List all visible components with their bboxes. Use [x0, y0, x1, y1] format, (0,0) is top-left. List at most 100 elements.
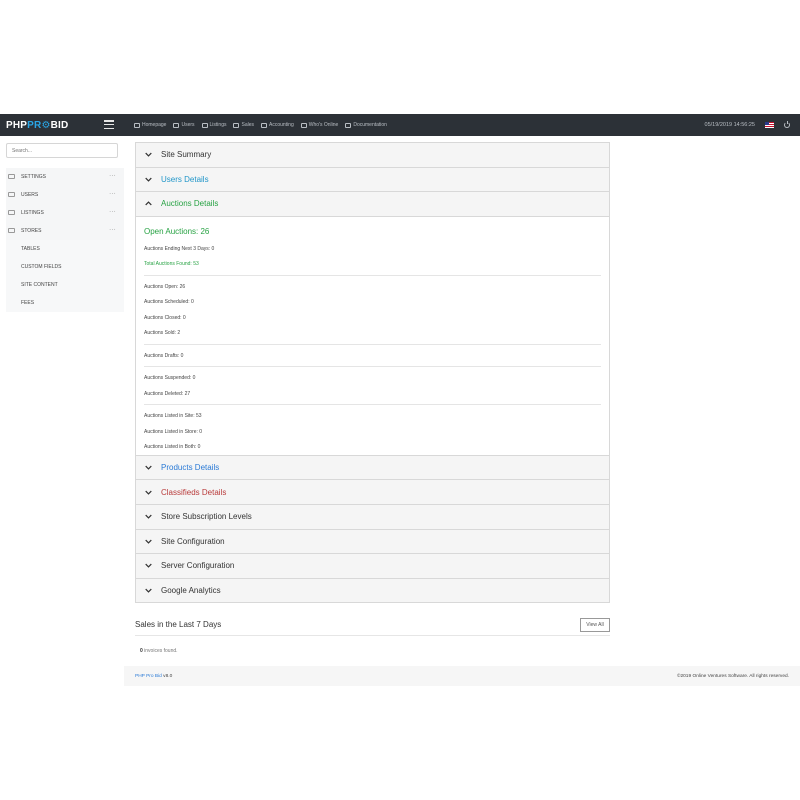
- nav-whos-online[interactable]: Who's Online: [300, 122, 338, 128]
- divider: [144, 274, 601, 276]
- open-auctions-title: Open Auctions: 26: [144, 226, 210, 236]
- sidebar-item-label: CUSTOM FIELDS: [21, 263, 62, 270]
- dashboard-accordion: Site Summary Users Details Auctions Deta…: [135, 142, 610, 604]
- chevron-down-icon: [136, 563, 161, 569]
- accordion-title: Products Details: [161, 463, 220, 473]
- accordion-users-details[interactable]: Users Details: [136, 167, 609, 193]
- divider: [144, 343, 601, 345]
- more-icon[interactable]: ···: [109, 173, 116, 179]
- logo-php: PHP: [6, 119, 28, 131]
- divider: [144, 404, 601, 406]
- datetime: 05/19/2019 14:56:25: [704, 122, 755, 128]
- nav-listings[interactable]: Listings: [201, 122, 227, 128]
- calendar-icon: [233, 122, 240, 128]
- nav-label: Users: [181, 122, 195, 128]
- accordion-google-analytics[interactable]: Google Analytics: [136, 578, 609, 604]
- sidebar-item-label: FEES: [21, 299, 35, 306]
- accordion-title: Google Analytics: [161, 586, 221, 596]
- auctions-scheduled: Auctions Scheduled: 0: [144, 299, 194, 306]
- search-input[interactable]: [6, 143, 118, 158]
- sidebar-item-settings[interactable]: SETTINGS ···: [6, 168, 124, 186]
- power-icon[interactable]: [784, 121, 790, 128]
- accordion-title: Site Summary: [161, 150, 212, 160]
- accordion-title: Store Subscription Levels: [161, 512, 252, 522]
- view-all-button[interactable]: View All: [580, 618, 610, 632]
- nav-sales[interactable]: Sales: [233, 122, 254, 128]
- chevron-down-icon: [136, 514, 161, 520]
- nav-users[interactable]: Users: [173, 122, 195, 128]
- sidebar-item-custom-fields[interactable]: CUSTOM FIELDS: [6, 258, 124, 276]
- divider: [144, 366, 601, 368]
- people-icon: [300, 122, 307, 128]
- gear-logo-icon: ⚙: [41, 119, 51, 131]
- auctions-deleted: Auctions Deleted: 27: [144, 390, 191, 397]
- sidebar-item-tables[interactable]: TABLES: [6, 240, 124, 258]
- accordion-title: Users Details: [161, 174, 209, 184]
- users-icon: [8, 192, 15, 198]
- sidebar-item-users[interactable]: USERS ···: [6, 186, 124, 204]
- more-icon[interactable]: ···: [109, 227, 116, 233]
- layers-icon: [8, 210, 15, 216]
- footer: PHP Pro Bid v8.0 ©2019 Online Ventures S…: [124, 666, 800, 686]
- sales-title: Sales in the Last 7 Days: [135, 620, 222, 629]
- sidebar-item-label: SETTINGS: [21, 173, 47, 180]
- top-nav: Homepage Users Listings Sales Accounting…: [134, 114, 387, 136]
- accordion-products-details[interactable]: Products Details: [136, 455, 609, 481]
- accordion-title: Auctions Details: [161, 199, 219, 209]
- auctions-drafts: Auctions Drafts: 0: [144, 352, 184, 359]
- accordion-auctions-details[interactable]: Auctions Details: [136, 192, 609, 217]
- layers-icon: [201, 122, 208, 128]
- nav-label: Listings: [209, 122, 227, 128]
- sidebar-item-listings[interactable]: LISTINGS ···: [6, 204, 124, 222]
- nav-accounting[interactable]: Accounting: [261, 122, 294, 128]
- accordion-site-summary[interactable]: Site Summary: [136, 143, 609, 168]
- admin-app: PHP PR ⚙ BID Homepage Users Listings Sales …: [0, 114, 800, 686]
- sidebar-item-label: STORES: [21, 227, 42, 234]
- sidebar-item-site-content[interactable]: SITE CONTENT: [6, 276, 124, 294]
- auctions-closed: Auctions Closed: 0: [144, 314, 186, 321]
- more-icon[interactable]: ···: [109, 191, 116, 197]
- more-icon[interactable]: ···: [109, 209, 116, 215]
- footer-brand-link[interactable]: PHP Pro Bid: [135, 674, 162, 679]
- us-flag-icon[interactable]: [765, 122, 774, 128]
- auctions-listed-both: Auctions Listed in Both: 0: [144, 444, 201, 451]
- sidebar-item-label: USERS: [21, 191, 39, 198]
- nav-label: Documentation: [353, 122, 387, 128]
- invoices-found: 0 invoices found.: [140, 648, 178, 654]
- sidebar-item-label: LISTINGS: [21, 209, 44, 216]
- sidebar-item-label: TABLES: [21, 245, 40, 252]
- chevron-up-icon: [136, 201, 161, 206]
- accordion-classifieds-details[interactable]: Classifieds Details: [136, 480, 609, 505]
- auctions-suspended: Auctions Suspended: 0: [144, 375, 196, 382]
- auctions-open: Auctions Open: 26: [144, 283, 186, 290]
- sidebar-item-stores[interactable]: STORES ···: [6, 222, 124, 240]
- top-bar: PHP PR ⚙ BID Homepage Users Listings Sales …: [0, 114, 800, 136]
- chevron-down-icon: [136, 152, 161, 158]
- auctions-listed-site: Auctions Listed in Site: 53: [144, 413, 202, 420]
- auctions-details-body: Open Auctions: 26 Auctions Ending Next 3…: [136, 216, 609, 456]
- sidebar-item-fees[interactable]: FEES: [6, 294, 124, 312]
- sidebar: SETTINGS ··· USERS ··· LISTINGS ··· STORES ·…: [0, 136, 124, 686]
- chevron-down-icon: [136, 490, 161, 495]
- auctions-ending: Auctions Ending Next 3 Days: 0: [144, 245, 215, 252]
- total-auctions-found: Total Auctions Found: 53: [144, 261, 199, 268]
- menu-toggle-icon[interactable]: [104, 120, 114, 129]
- logo-bid: BID: [50, 119, 69, 131]
- book-icon: [345, 122, 352, 128]
- sidebar-list: SETTINGS ··· USERS ··· LISTINGS ··· STORES ·…: [6, 168, 124, 312]
- accordion-site-configuration[interactable]: Site Configuration: [136, 529, 609, 555]
- accordion-store-subscription-levels[interactable]: Store Subscription Levels: [136, 504, 609, 530]
- chevron-down-icon: [136, 588, 161, 593]
- cart-icon: [8, 228, 15, 234]
- nav-label: Homepage: [142, 122, 167, 128]
- sidebar-item-label: SITE CONTENT: [21, 281, 58, 288]
- footer-version: PHP Pro Bid v8.0: [135, 674, 172, 679]
- nav-homepage[interactable]: Homepage: [134, 122, 166, 128]
- nav-documentation[interactable]: Documentation: [345, 122, 387, 128]
- footer-copyright: ©2019 Online Ventures Software. All righ…: [676, 673, 789, 679]
- accordion-server-configuration[interactable]: Server Configuration: [136, 554, 609, 579]
- accordion-title: Server Configuration: [161, 561, 235, 571]
- top-right: 05/19/2019 14:56:25: [705, 114, 790, 136]
- footer-version-number: v8.0: [161, 673, 173, 679]
- nav-label: Accounting: [269, 122, 294, 128]
